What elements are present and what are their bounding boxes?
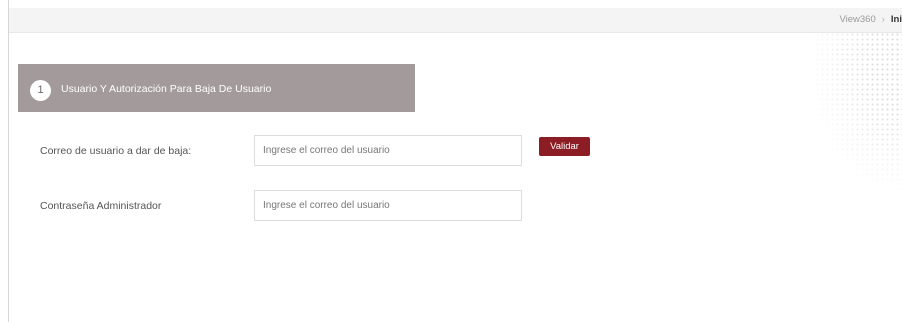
breadcrumb-item-home[interactable]: View360 (839, 14, 875, 25)
top-bar (9, 8, 902, 33)
section-title: Usuario Y Autorización Para Baja De Usua… (61, 83, 272, 95)
page-left-border (8, 0, 9, 322)
admin-password-input[interactable] (254, 190, 522, 221)
decorative-dot-pattern (810, 32, 902, 192)
breadcrumb-item-current: Ini (890, 14, 902, 25)
breadcrumb: View360 › Ini (839, 14, 902, 25)
admin-password-label: Contraseña Administrador (40, 200, 162, 212)
section-header: 1 Usuario Y Autorización Para Baja De Us… (18, 64, 415, 112)
breadcrumb-separator-icon: › (881, 14, 885, 25)
step-number-badge: 1 (30, 79, 51, 101)
validate-button[interactable]: Validar (539, 137, 590, 156)
email-input[interactable] (254, 135, 522, 166)
email-label: Correo de usuario a dar de baja: (40, 145, 192, 157)
